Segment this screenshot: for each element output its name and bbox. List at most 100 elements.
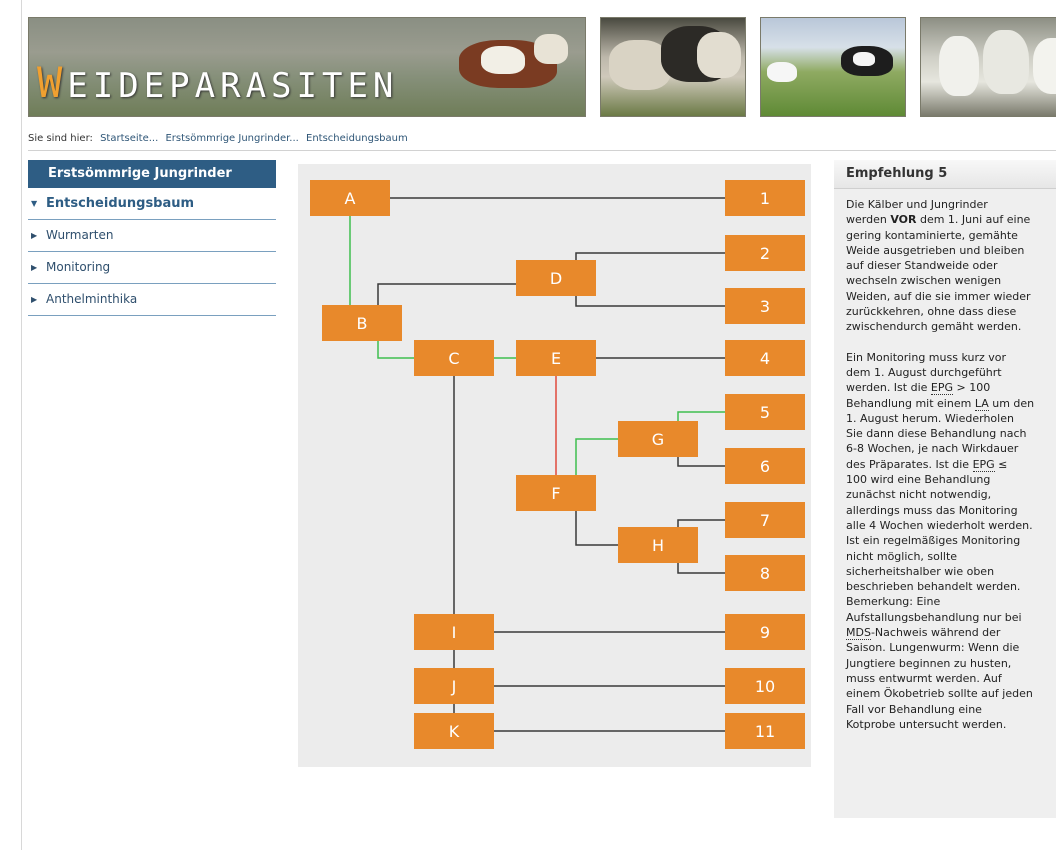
breadcrumb: Sie sind hier: Startseite... Erstsömmrig… (28, 133, 412, 144)
breadcrumb-prefix: Sie sind hier: (28, 133, 93, 144)
cow-head (534, 34, 568, 64)
header-photo-goats (920, 17, 1056, 117)
recommendation-line: alle 4 Wochen wiederholt werden. (846, 518, 1033, 532)
recommendation-line: zunächst nicht notwendig, (846, 488, 992, 502)
decision-node-j-label: J (451, 677, 457, 696)
decision-node-f-label: F (551, 484, 560, 503)
outcome-node-5-label: 5 (760, 403, 770, 422)
goat-figure (1033, 38, 1056, 94)
recommendation-line: Aufstallungsbehandlung nur bei (846, 610, 1022, 624)
goat-figure (939, 36, 979, 96)
sidebar-item-anthelminthika[interactable]: ▶ Anthelminthika (28, 284, 276, 316)
recommendation-paragraph-1: Die Kälber und Jungrinder werden VOR dem … (846, 197, 1056, 335)
outcome-node-3-label: 3 (760, 297, 770, 316)
recommendation-line: zurückkehren, ohne dass diese (846, 305, 1017, 319)
outcome-node-7-label: 7 (760, 511, 770, 530)
breadcrumb-entscheidungsbaum[interactable]: Entscheidungsbaum (306, 133, 408, 144)
recommendation-line: zwischendurch gemäht werden. (846, 320, 1022, 334)
recommendation-line: 100 wird eine Behandlung (846, 473, 991, 487)
caret-right-icon: ▶ (31, 263, 38, 272)
connector-B-D (377, 283, 516, 305)
recommendation-line: Kotprobe untersucht werden. (846, 717, 1007, 731)
recommendation-line: Weiden, auf die sie immer wieder (846, 289, 1031, 303)
recommendation-line: sicherheitshalber wie oben (846, 564, 995, 578)
caret-down-icon: ▼ (31, 199, 38, 208)
decision-tree: A B C D E F G H I J K 1 2 3 4 5 6 7 8 9 10 11 (310, 180, 805, 749)
recommendation-line: Jungtiere beginnen zu husten, (846, 656, 1012, 670)
connector-H-8 (677, 563, 725, 574)
outcome-node-11-label: 11 (755, 722, 775, 741)
recommendation-title: Empfehlung 5 (834, 160, 1056, 189)
recommendation-line: einem Ökobetrieb sollte auf jeden (846, 687, 1033, 701)
header-photo-sheep (600, 17, 746, 117)
connector-B-C (377, 341, 414, 359)
recommendation-line: 1. August herum. Wiederholen (846, 411, 1014, 425)
connector-D-3 (575, 296, 725, 307)
recommendation-line: auf dieser Standweide oder (846, 259, 998, 273)
recommendation-line: MDS-Nachweis während der (846, 626, 1001, 641)
page-frame-line (21, 0, 22, 850)
sheep-figure (697, 32, 741, 78)
recommendation-line: Behandlung mit einem LA um den (846, 396, 1035, 411)
outcome-node-6-label: 6 (760, 457, 770, 476)
breadcrumb-startseite[interactable]: Startseite... (100, 133, 158, 144)
sidebar: Erstsömmrige Jungrinder ▼ Entscheidungsb… (28, 160, 276, 316)
sidebar-item-label: Monitoring (46, 260, 111, 274)
outcome-node-2-label: 2 (760, 244, 770, 263)
connector-H-7 (677, 519, 725, 527)
recommendation-line: beschrieben behandelt werden. (846, 580, 1021, 594)
sidebar-item-wurmarten[interactable]: ▶ Wurmarten (28, 220, 276, 252)
recommendation-line: Die Kälber und Jungrinder (846, 198, 988, 211)
logo-initial: W (37, 58, 68, 107)
recommendation-line: Saison. Lungenwurm: Wenn die (846, 641, 1020, 655)
recommendation-line: Weide ausgetrieben und bleiben (846, 243, 1025, 257)
connector-F-G (575, 438, 618, 475)
breadcrumb-jungrinder[interactable]: Erstsömmrige Jungrinder... (165, 133, 298, 144)
recommendation-line: Ein Monitoring muss kurz vor (846, 350, 1006, 364)
decision-node-e-label: E (551, 349, 561, 368)
outcome-node-1-label: 1 (760, 189, 770, 208)
recommendation-line: 6-8 Wochen, je nach Wirkdauer (846, 442, 1019, 456)
decision-node-b-label: B (357, 314, 368, 333)
abbreviation-la[interactable]: LA (974, 396, 989, 411)
recommendation-line: werden. Ist die EPG > 100 (846, 381, 991, 396)
sidebar-item-label: Anthelminthika (46, 292, 138, 306)
site-logo[interactable]: WEIDEPARASITEN (37, 58, 398, 107)
sidebar-item-entscheidungsbaum[interactable]: ▼ Entscheidungsbaum (28, 188, 276, 220)
calf-figure (767, 62, 797, 82)
recommendation-line: Ist ein regelmäßiges Monitoring (846, 534, 1021, 548)
recommendation-line: Sie dann diese Behandlung nach (846, 427, 1027, 441)
recommendation-line: Fall vor Behandlung eine (846, 702, 982, 716)
decision-node-d-label: D (550, 269, 562, 288)
sidebar-item-label: Wurmarten (46, 228, 114, 242)
recommendation-line: gering kontaminierte, gemähte (846, 228, 1018, 242)
recommendation-paragraph-2: Ein Monitoring muss kurz vor dem 1. Augus… (846, 350, 1056, 732)
recommendation-line: nicht möglich, sollte (846, 549, 958, 563)
outcome-node-9-label: 9 (760, 623, 770, 642)
abbreviation-epg[interactable]: EPG (972, 457, 995, 472)
outcome-node-10-label: 10 (755, 677, 775, 696)
caret-right-icon: ▶ (31, 231, 38, 240)
breadcrumb-divider (28, 150, 1056, 151)
abbreviation-epg[interactable]: EPG (930, 381, 954, 396)
decision-node-a-label: A (345, 189, 356, 208)
recommendation-text: Die Kälber und Jungrinder werden VOR dem … (834, 189, 1056, 732)
recommendation-line: werden VOR dem 1. Juni auf eine (846, 213, 1031, 227)
connector-F-H (575, 511, 618, 546)
cow-patch (481, 46, 525, 74)
decision-tree-panel: A B C D E F G H I J K 1 2 3 4 5 6 7 8 9 10 11 (298, 164, 811, 767)
decision-node-h-label: H (652, 536, 664, 555)
logo-text: EIDEPARASITEN (67, 66, 399, 106)
decision-node-k-label: K (449, 722, 460, 741)
sidebar-title: Erstsömmrige Jungrinder (28, 160, 276, 188)
abbreviation-mds[interactable]: MDS (846, 626, 871, 641)
sidebar-item-monitoring[interactable]: ▶ Monitoring (28, 252, 276, 284)
outcome-node-8-label: 8 (760, 564, 770, 583)
emphasis-text: VOR (890, 213, 917, 227)
header-photo-cows (760, 17, 906, 117)
goat-figure (983, 30, 1029, 94)
connector-G-5 (677, 411, 725, 421)
connector-G-6 (677, 457, 725, 467)
recommendation-line: dem 1. August durchgeführt (846, 365, 1002, 379)
recommendation-line: des Präparates. Ist die EPG ≤ (846, 457, 1008, 472)
